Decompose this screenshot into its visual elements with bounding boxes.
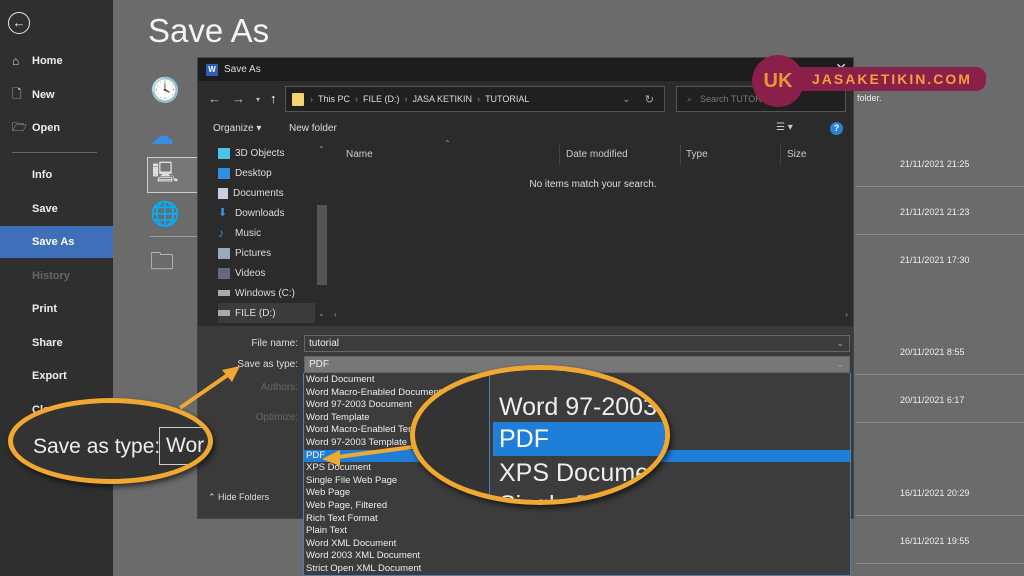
watermark-text: JASAKETIKIN.COM [796, 67, 986, 91]
arrow-head-left [222, 366, 240, 382]
zoom-option-selected: PDF [493, 422, 665, 456]
callout-save-as-type: Save as type: Wor [8, 398, 213, 484]
arrow-head-right [322, 450, 340, 466]
zoom-option: XPS Document [499, 459, 670, 487]
arrow-line-left [178, 370, 234, 410]
callout-pdf-option: Word 97-2003 PDF XPS Document Single Fil… [410, 365, 670, 505]
zoom-option: Word 97-2003 [499, 393, 657, 421]
arrow-line-right [329, 444, 421, 460]
